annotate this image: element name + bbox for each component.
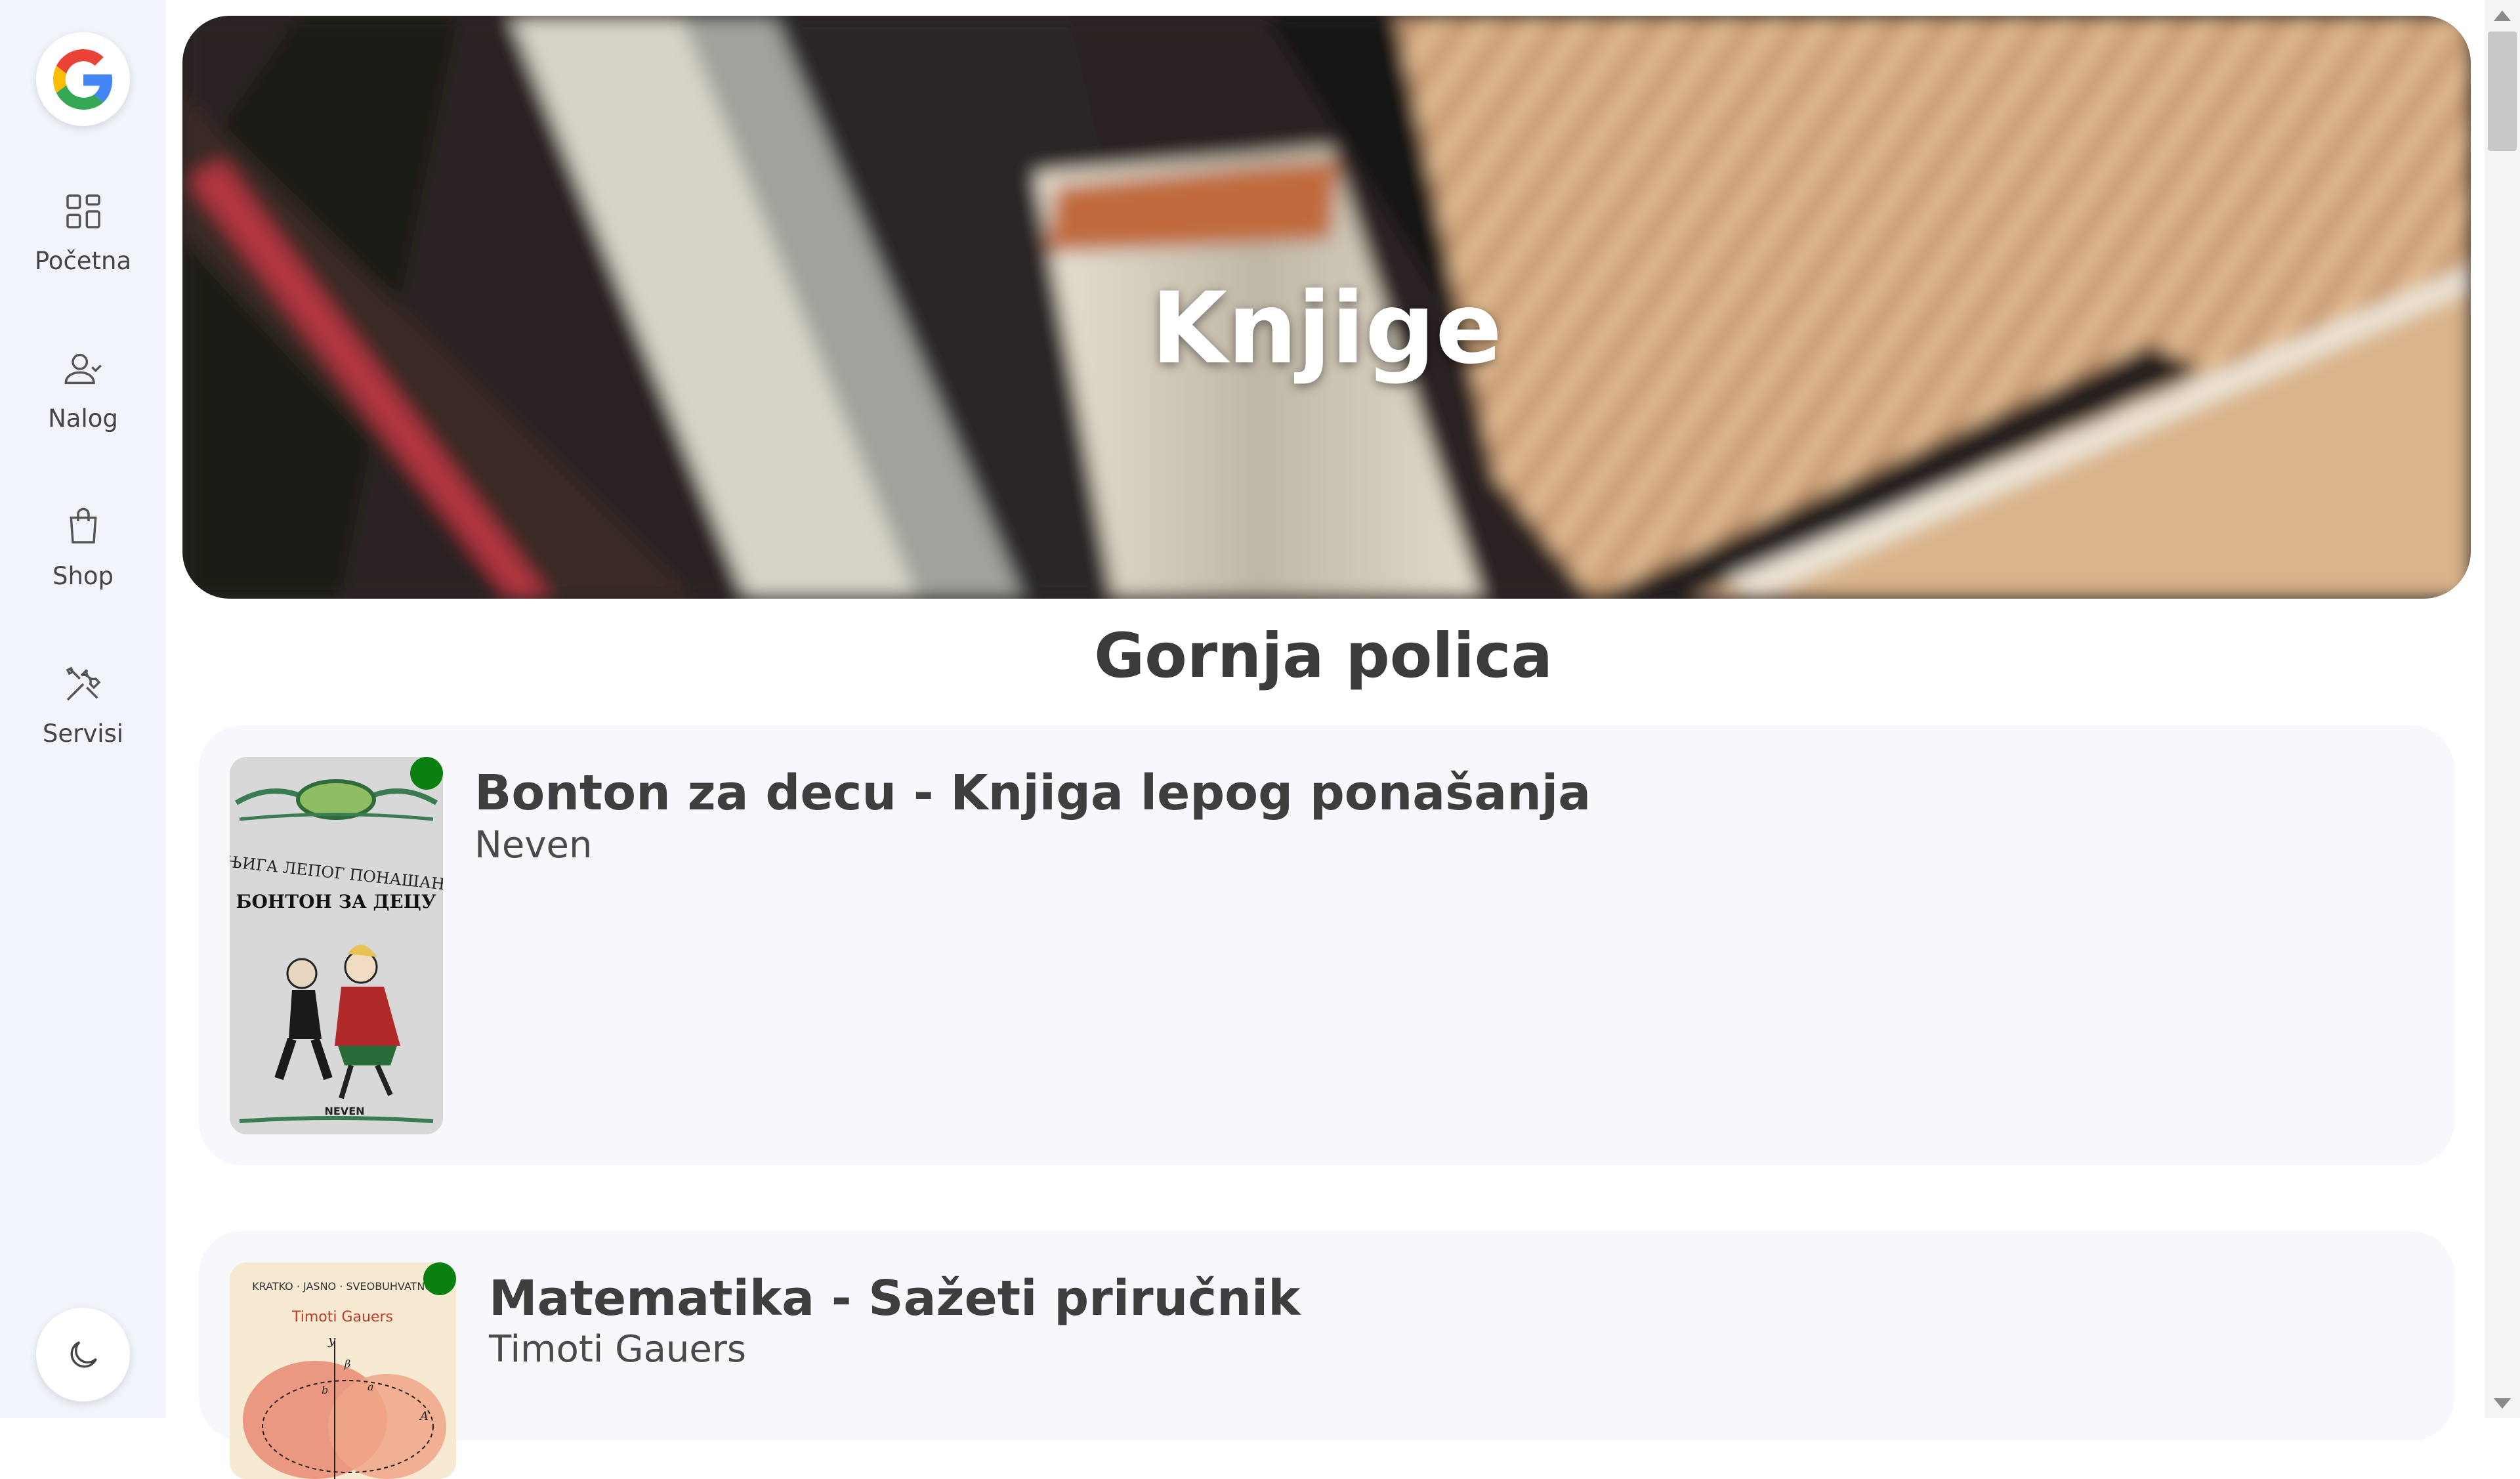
book-cover-line1: KRATKO · JASNO · SVEOBUHVATNO — [252, 1280, 433, 1293]
theme-toggle-button[interactable] — [36, 1308, 130, 1402]
scroll-down-icon[interactable] — [2494, 1398, 2511, 1409]
book-cover-axis-y: y — [327, 1332, 336, 1348]
user-icon — [64, 353, 102, 385]
book-author: Timoti Gauers — [489, 1328, 747, 1371]
book-title[interactable]: Bonton za decu - Knjiga lepog ponašanja — [474, 765, 1591, 821]
hero-banner: Knjige — [182, 16, 2471, 599]
sidebar-item-label: Shop — [52, 562, 114, 590]
sidebar-item-shop[interactable]: Shop — [0, 505, 166, 637]
grid-icon — [66, 194, 100, 228]
availability-status-dot — [410, 757, 443, 790]
tools-icon — [66, 666, 100, 701]
book-cover-axis-beta: β — [344, 1358, 350, 1370]
shopping-bag-icon — [69, 507, 97, 544]
book-cover-image: KRATKO · JASNO · SVEOBUHVATNO Timoti Gau… — [230, 1262, 456, 1479]
book-cover-axis-A: A — [419, 1409, 429, 1423]
moon-icon — [70, 1340, 97, 1367]
sidebar-item-nalog[interactable]: Nalog — [0, 348, 166, 479]
book-card[interactable]: KRATKO · JASNO · SVEOBUHVATNO Timoti Gau… — [199, 1231, 2454, 1479]
sidebar-item-label: Nalog — [48, 404, 118, 433]
book-cover-line2: Timoti Gauers — [291, 1309, 393, 1325]
book-cover-line2: БОНТОН ЗА ДЕЦУ — [236, 891, 436, 912]
scrollbar[interactable] — [2485, 0, 2520, 1418]
section-title: Gornja polica — [1094, 620, 1553, 692]
sidebar-item-servisi[interactable]: Servisi — [0, 663, 166, 794]
book-cover-publisher: NEVEN — [324, 1105, 364, 1117]
book-title[interactable]: Matematika - Sažeti priručnik — [489, 1270, 1300, 1327]
book-cover-axis-b: b — [322, 1384, 328, 1396]
availability-status-dot — [423, 1262, 456, 1295]
sidebar: Početna Nalog Shop Servisi — [0, 0, 166, 1418]
google-logo-icon[interactable] — [36, 32, 130, 126]
book-cover-image: КЊИГА ЛЕПОГ ПОНАШАЊА БОНТОН ЗА ДЕЦУ NEVE… — [230, 757, 443, 1134]
sidebar-item-label: Servisi — [42, 719, 124, 748]
book-author: Neven — [474, 824, 593, 867]
hero-title: Knjige — [1151, 272, 1502, 386]
sidebar-item-pocetna[interactable]: Početna — [0, 190, 166, 322]
scrollbar-thumb[interactable] — [2488, 32, 2517, 151]
book-cover-axis-a: a — [368, 1381, 374, 1393]
scroll-up-icon[interactable] — [2494, 11, 2511, 21]
book-card[interactable]: КЊИГА ЛЕПОГ ПОНАШАЊА БОНТОН ЗА ДЕЦУ NEVE… — [199, 725, 2454, 1165]
sidebar-item-label: Početna — [34, 247, 132, 275]
